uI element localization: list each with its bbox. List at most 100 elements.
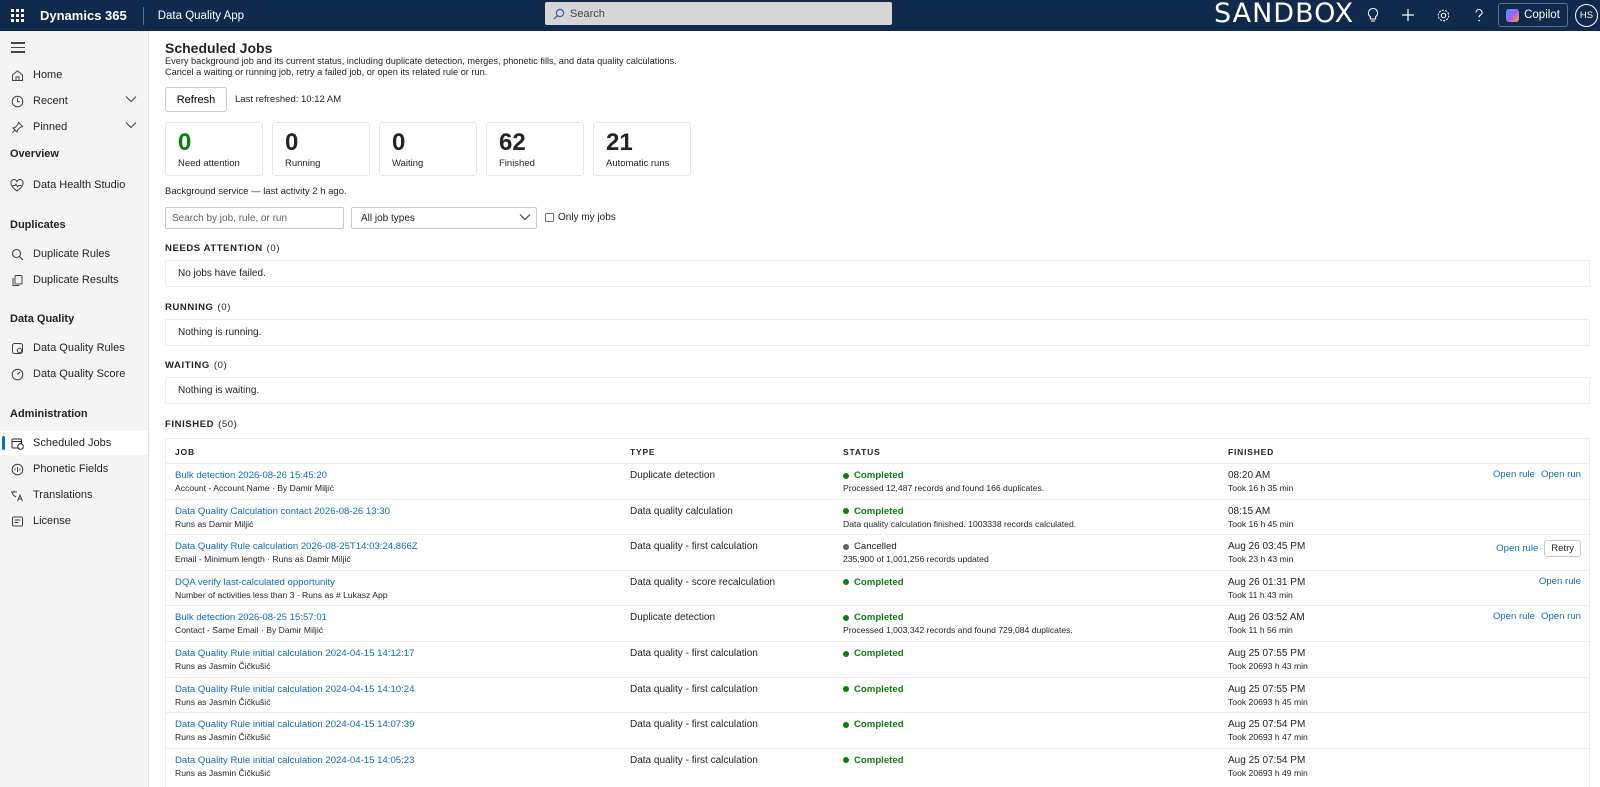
sidebar-item-home[interactable]: Home — [0, 63, 148, 87]
column-header-status[interactable]: STATUS — [843, 447, 881, 457]
page-description: Every background job and its current sta… — [165, 56, 725, 78]
sidebar-item-license[interactable]: License — [0, 509, 148, 533]
table-row[interactable]: Bulk detection 2026-08-25 15:57:01 Contac… — [166, 605, 1589, 641]
table-row[interactable]: Data Quality Rule initial calculation 20… — [166, 676, 1589, 713]
job-link[interactable]: Data Quality Rule initial calculation 20… — [175, 648, 414, 659]
stat-card-waiting[interactable]: 0 Waiting — [379, 122, 477, 176]
chevron-down-icon[interactable] — [125, 121, 137, 129]
sidebar-item-label: Data Quality Score — [33, 368, 126, 380]
job-link[interactable]: Data Quality Rule initial calculation 20… — [175, 719, 414, 730]
status-text: Completed — [854, 470, 904, 481]
sidebar-section-overview: Overview — [10, 148, 59, 160]
duration-text: Took 20693 h 43 min — [1228, 661, 1308, 671]
column-header-type[interactable]: TYPE — [630, 447, 655, 457]
status-text: Completed — [854, 719, 904, 731]
job-subtitle: Runs as Damir Miljić — [175, 518, 254, 529]
cell-finished: 08:20 AM Took 16 h 35 min — [1228, 470, 1293, 493]
checkbox-box[interactable] — [545, 213, 554, 222]
table-row[interactable]: Data Quality Rule initial calculation 20… — [166, 641, 1589, 677]
stat-card-need-attention[interactable]: 0 Need attention — [165, 122, 263, 176]
job-link[interactable]: Bulk detection 2026-08-26 15:45:20 — [175, 470, 334, 481]
sidebar-item-data-quality-score[interactable]: Data Quality Score — [0, 362, 148, 386]
job-search-input[interactable] — [165, 207, 344, 229]
job-link[interactable]: DQA verify last-calculated opportunity — [175, 577, 388, 588]
column-header-finished[interactable]: FINISHED — [1228, 447, 1274, 457]
open-rule-link[interactable]: Open rule — [1539, 576, 1581, 587]
stat-card-finished[interactable]: 62 Finished — [486, 122, 584, 176]
help-icon[interactable] — [1470, 6, 1488, 24]
status-dot-icon — [843, 579, 849, 586]
settings-gear-icon[interactable] — [1434, 6, 1452, 24]
refresh-button[interactable]: Refresh — [165, 87, 227, 112]
stat-card-automatic-runs[interactable]: 21 Automatic runs — [593, 122, 691, 176]
cell-status: Completed Processed 12,487 records and fo… — [843, 470, 1044, 493]
table-row[interactable]: Data Quality Rule calculation 2026-08-25… — [166, 534, 1589, 570]
sidebar-section-administration: Administration — [10, 408, 88, 420]
job-link[interactable]: Data Quality Rule calculation 2026-08-25… — [175, 541, 418, 552]
job-link[interactable]: Bulk detection 2026-08-25 15:57:01 — [175, 612, 327, 623]
sidebar-item-pinned[interactable]: Pinned — [0, 115, 148, 139]
column-header-job[interactable]: JOB — [175, 447, 195, 457]
table-row[interactable]: Data Quality Rule initial calculation 20… — [166, 712, 1589, 748]
status-badge: Completed — [843, 612, 1073, 623]
sidebar-item-phonetic-fields[interactable]: Phonetic Fields — [0, 457, 148, 481]
table-row[interactable]: Data Quality Rule initial calculation 20… — [166, 747, 1589, 784]
home-icon — [10, 68, 24, 82]
status-text: Completed — [854, 612, 904, 624]
open-rule-link[interactable]: Open rule — [1496, 543, 1538, 554]
job-link[interactable]: Data Quality Calculation contact 2026-08… — [175, 506, 390, 517]
page-scrollbar[interactable] — [1591, 31, 1600, 787]
cell-job: Data Quality Rule initial calculation 20… — [175, 648, 414, 671]
section-running-header: RUNNING (0) — [165, 302, 231, 313]
cell-job: Bulk detection 2026-08-25 15:57:01 Contac… — [175, 612, 327, 635]
copilot-button[interactable]: Copilot — [1498, 3, 1568, 27]
open-rule-link[interactable]: Open rule — [1493, 611, 1535, 622]
job-type-select[interactable]: All job types — [351, 207, 537, 229]
table-row[interactable]: DQA verify last-calculated opportunity Nu… — [166, 569, 1589, 606]
only-my-jobs-checkbox[interactable]: Only my jobs — [545, 212, 616, 223]
stat-value: 0 — [392, 129, 406, 156]
cell-type: Data quality - first calculation — [630, 541, 758, 553]
sidebar-item-scheduled-jobs[interactable]: Scheduled Jobs — [0, 431, 148, 455]
sidebar-item-data-quality-rules[interactable]: Data Quality Rules — [0, 336, 148, 360]
cell-type: Data quality - score recalculation — [630, 576, 776, 588]
copilot-icon — [1506, 8, 1520, 22]
open-run-link[interactable]: Open run — [1541, 611, 1581, 622]
cell-job: Bulk detection 2026-08-26 15:45:20 Accoun… — [175, 470, 334, 493]
retry-button[interactable]: Retry — [1544, 540, 1581, 558]
stat-value: 0 — [285, 129, 299, 156]
finished-time: Aug 25 07:54 PM — [1228, 719, 1306, 731]
app-launcher-icon[interactable] — [0, 0, 34, 31]
sidebar-item-label: Translations — [33, 489, 93, 501]
sidebar-item-data-health-studio[interactable]: Data Health Studio — [0, 173, 148, 197]
job-link[interactable]: Data Quality Rule initial calculation 20… — [175, 755, 414, 766]
finished-time: 08:15 AM — [1228, 505, 1271, 517]
global-search-input[interactable]: Search — [545, 2, 892, 25]
environment-label: SANDBOX — [1214, 0, 1355, 29]
sidebar-item-label: Home — [33, 69, 63, 81]
sidebar-item-duplicate-rules[interactable]: Duplicate Rules — [0, 242, 148, 266]
brand-name[interactable]: Dynamics 365 — [40, 8, 127, 23]
open-rule-link[interactable]: Open rule — [1493, 469, 1535, 480]
table-row[interactable]: Bulk detection 2026-08-26 15:45:20 Accoun… — [166, 463, 1589, 499]
new-record-icon[interactable] — [1399, 6, 1417, 24]
sidebar-item-recent[interactable]: Recent — [0, 89, 148, 113]
sidebar-item-label: Scheduled Jobs — [33, 437, 112, 449]
cell-status: Completed — [843, 755, 904, 766]
lightbulb-icon[interactable] — [1364, 6, 1382, 24]
chevron-down-icon[interactable] — [125, 95, 137, 103]
stat-label: Finished — [499, 158, 535, 169]
app-name[interactable]: Data Quality App — [158, 10, 244, 22]
sidebar-item-label: Duplicate Results — [33, 274, 119, 286]
sidebar-item-duplicate-results[interactable]: Duplicate Results — [0, 268, 148, 292]
sidebar-item-translations[interactable]: Translations — [0, 483, 148, 507]
user-avatar[interactable]: HS — [1575, 4, 1598, 27]
job-link[interactable]: Data Quality Rule initial calculation 20… — [175, 684, 414, 695]
status-badge: Completed — [843, 506, 1076, 517]
cell-job: Data Quality Rule initial calculation 20… — [175, 755, 414, 778]
hamburger-menu-icon[interactable] — [11, 42, 25, 56]
stat-card-running[interactable]: 0 Running — [272, 122, 370, 176]
job-subtitle: Runs as Jasmin Čičkušić — [175, 696, 271, 707]
table-row[interactable]: Data Quality Calculation contact 2026-08… — [166, 498, 1589, 535]
open-run-link[interactable]: Open run — [1541, 469, 1581, 480]
